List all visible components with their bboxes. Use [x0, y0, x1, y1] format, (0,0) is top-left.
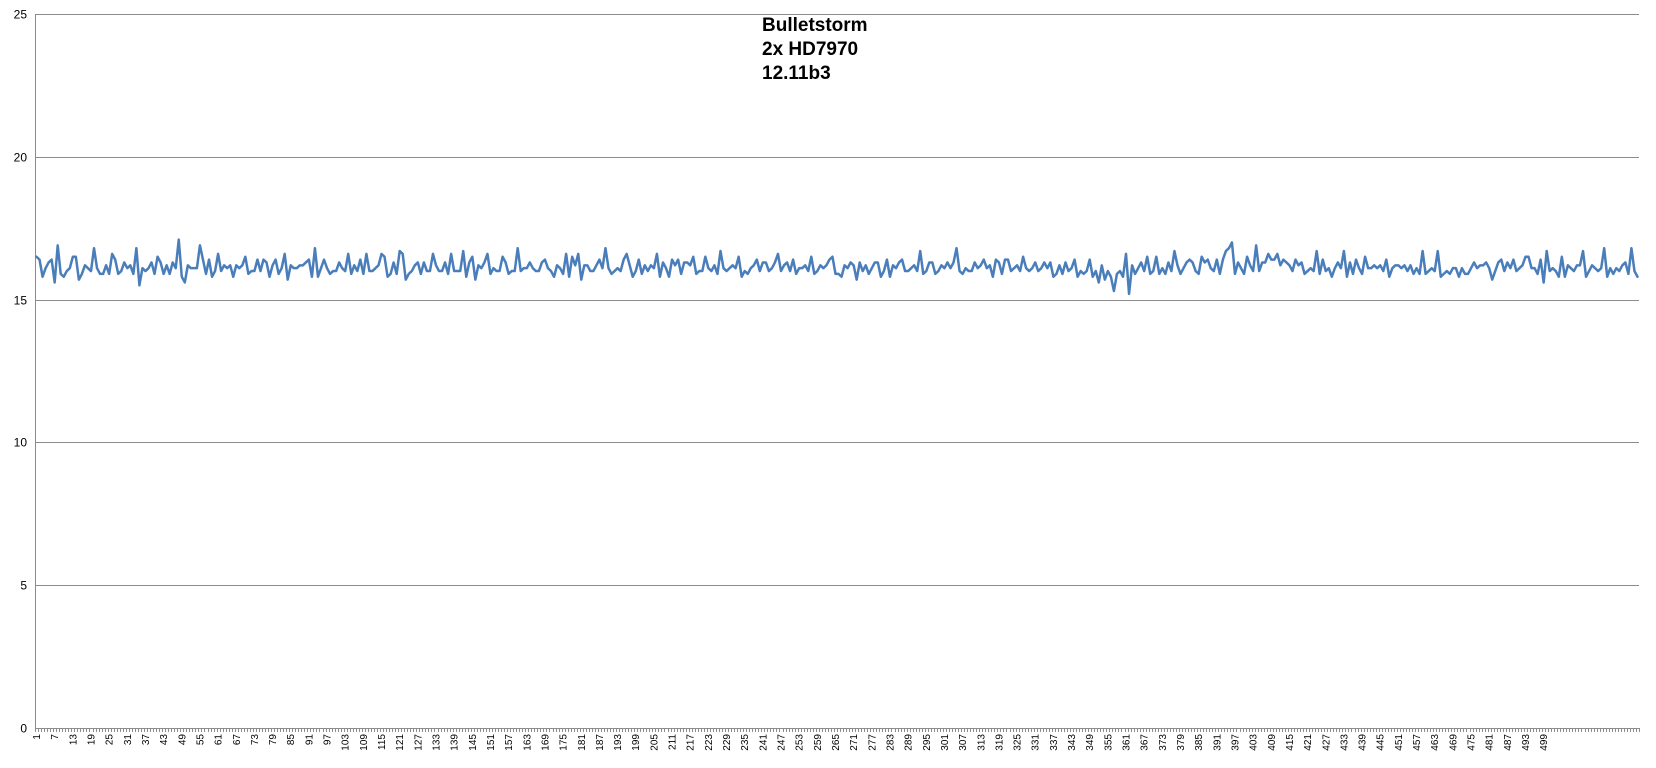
x-tick-label: 283 [885, 734, 896, 751]
x-tick-label: 361 [1122, 734, 1133, 751]
x-tick-label: 451 [1394, 734, 1405, 751]
x-tick-label: 379 [1176, 734, 1187, 751]
x-tick-label: 223 [704, 734, 715, 751]
x-tick-label: 289 [904, 734, 915, 751]
x-tick-label: 211 [668, 734, 679, 750]
x-tick-label: 403 [1249, 734, 1260, 751]
y-tick-label: 0 [20, 722, 27, 736]
x-tick-label: 307 [958, 734, 969, 751]
x-tick-label: 151 [486, 734, 497, 751]
x-tick-label: 133 [432, 734, 443, 751]
x-tick-label: 433 [1339, 734, 1350, 751]
x-tick-label: 145 [468, 734, 479, 751]
x-tick-label: 355 [1103, 734, 1114, 751]
plot-area [35, 14, 1639, 728]
x-tick-label: 481 [1485, 734, 1496, 751]
x-tick-label: 265 [831, 734, 842, 751]
x-tick-label: 493 [1521, 734, 1532, 751]
x-tick-label: 499 [1539, 734, 1550, 751]
x-tick-label: 199 [631, 734, 642, 751]
x-tick-label: 193 [613, 734, 624, 751]
y-tick-label: 15 [14, 294, 28, 308]
chart-title-line-1: Bulletstorm [762, 15, 868, 36]
x-tick-label: 37 [141, 734, 152, 746]
x-tick-label: 319 [994, 734, 1005, 751]
x-tick-label: 367 [1140, 734, 1151, 751]
x-tick-label: 349 [1085, 734, 1096, 751]
x-tick-label: 13 [68, 734, 79, 746]
x-tick-label: 301 [940, 734, 951, 751]
x-tick-label: 247 [777, 734, 788, 751]
x-tick-label: 31 [123, 734, 134, 746]
x-tick-label: 91 [304, 734, 315, 746]
x-tick-label: 475 [1467, 734, 1478, 751]
x-tick-label: 229 [722, 734, 733, 751]
x-tick-label: 163 [522, 734, 533, 751]
x-tick-label: 445 [1376, 734, 1387, 751]
line-chart: 0 5 10 15 20 25 1 7 13 19 25 31 37 43 49 55 61 67 73 79 85 9… [14, 8, 1640, 751]
x-tick-label: 121 [395, 734, 406, 751]
x-tick-label: 295 [922, 734, 933, 751]
x-tick-label: 253 [795, 734, 806, 751]
x-tick-label: 181 [577, 734, 588, 751]
x-tick-label: 55 [195, 734, 206, 746]
x-tick-label: 175 [559, 734, 570, 751]
chart-title-line-3: 12.11b3 [762, 63, 831, 84]
x-tick-label: 391 [1212, 734, 1223, 751]
x-tick-label: 487 [1503, 734, 1514, 751]
x-tick-label: 259 [813, 734, 824, 751]
x-tick-label: 235 [740, 734, 751, 751]
x-axis-tick-labels: 1 7 13 19 25 31 37 43 49 55 61 67 73 79 85 91 97 103 109 11… [32, 734, 1550, 751]
x-tick-label: 61 [214, 734, 225, 746]
x-tick-label: 463 [1430, 734, 1441, 751]
x-tick-label: 439 [1358, 734, 1369, 751]
x-tick-label: 169 [540, 734, 551, 751]
x-tick-label: 313 [976, 734, 987, 751]
x-tick-label: 217 [686, 734, 697, 751]
x-tick-label: 421 [1303, 734, 1314, 751]
chart-title-line-2: 2x HD7970 [762, 39, 859, 60]
y-tick-label: 5 [20, 579, 27, 593]
x-tick-label: 325 [1013, 734, 1024, 751]
x-tick-label: 415 [1285, 734, 1296, 751]
x-tick-label: 97 [323, 734, 334, 746]
x-tick-label: 67 [232, 734, 243, 746]
y-axis-tick-labels: 0 5 10 15 20 25 [14, 8, 28, 736]
x-tick-label: 277 [867, 734, 878, 751]
x-tick-label: 385 [1194, 734, 1205, 751]
chart-title: Bulletstorm 2x HD7970 12.11b3 [762, 14, 868, 86]
x-tick-label: 19 [86, 734, 97, 746]
x-tick-label: 343 [1067, 734, 1078, 751]
x-tick-label: 85 [286, 734, 297, 746]
x-tick-label: 73 [250, 734, 261, 746]
x-tick-label: 397 [1230, 734, 1241, 751]
x-tick-label: 7 [50, 734, 61, 740]
x-tick-label: 241 [758, 734, 769, 751]
x-tick-label: 79 [268, 734, 279, 746]
y-tick-label: 10 [14, 436, 28, 450]
x-tick-label: 139 [450, 734, 461, 751]
x-tick-label: 157 [504, 734, 515, 751]
y-tick-label: 25 [14, 8, 28, 22]
x-tick-label: 271 [849, 734, 860, 751]
y-tick-label: 20 [14, 151, 28, 165]
x-tick-label: 457 [1412, 734, 1423, 751]
x-tick-label: 331 [1031, 734, 1042, 751]
x-tick-label: 43 [159, 734, 170, 746]
x-tick-label: 469 [1448, 734, 1459, 751]
x-tick-label: 205 [649, 734, 660, 751]
x-tick-label: 409 [1267, 734, 1278, 751]
x-tick-label: 49 [177, 734, 188, 746]
x-tick-label: 1 [32, 734, 43, 740]
x-tick-label: 109 [359, 734, 370, 751]
x-tick-label: 187 [595, 734, 606, 751]
x-tick-label: 103 [341, 734, 352, 751]
x-tick-label: 373 [1158, 734, 1169, 751]
x-tick-label: 115 [377, 734, 388, 750]
x-tick-label: 127 [413, 734, 424, 751]
x-tick-label: 25 [105, 734, 116, 746]
x-tick-label: 337 [1049, 734, 1060, 751]
x-tick-label: 427 [1321, 734, 1332, 751]
